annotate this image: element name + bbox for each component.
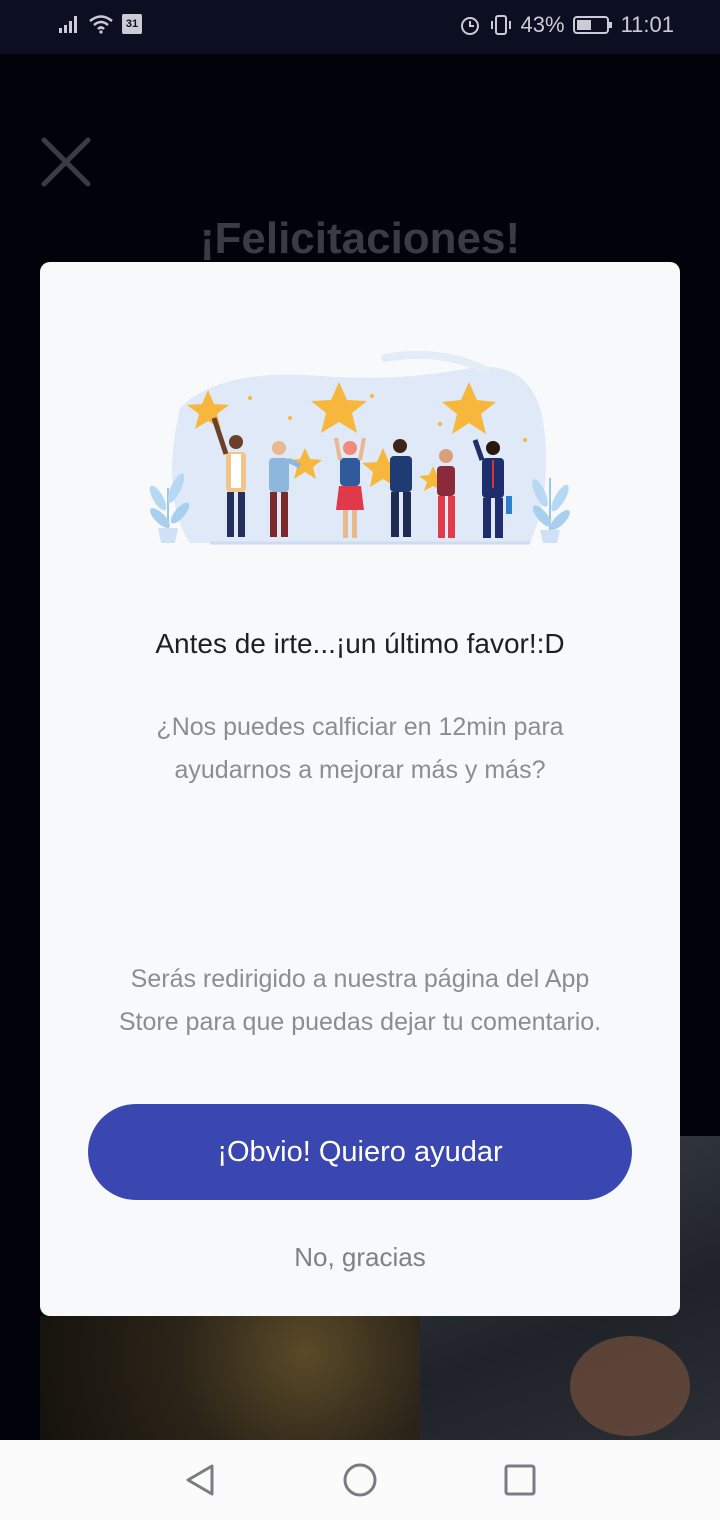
rating-dialog: Antes de irte...¡un último favor!:D ¿Nos…: [40, 262, 680, 1316]
close-icon[interactable]: [38, 134, 94, 195]
dialog-question: ¿Nos puedes calficiar en 12min para ayud…: [156, 713, 564, 784]
home-icon[interactable]: [342, 1462, 378, 1498]
help-button[interactable]: ¡Obvio! Quiero ayudar: [88, 1104, 632, 1200]
battery-percent: 43%: [520, 12, 565, 37]
calendar-day: 31: [125, 18, 139, 30]
navigation-bar: [0, 1440, 720, 1520]
no-thanks-button[interactable]: No, gracias: [40, 1242, 680, 1273]
recents-icon[interactable]: [502, 1462, 538, 1498]
battery-icon: [572, 16, 612, 34]
clock: 11:01: [620, 12, 674, 37]
dialog-note: Serás redirigido a nuestra página del Ap…: [118, 965, 602, 1036]
background-photo-left: [40, 1316, 420, 1440]
vibrate-icon: [490, 15, 511, 35]
background-title: ¡Felicitaciones!: [199, 214, 521, 263]
dialog-title: Antes de irte...¡un último favor!:D: [155, 628, 565, 659]
wifi-icon: [89, 15, 113, 34]
people-holding-stars-illustration: [149, 350, 570, 545]
signal-icon: [59, 16, 77, 33]
status-bar: 31 43% 11:01: [0, 0, 720, 54]
alarm-icon: [460, 17, 479, 35]
status-right: 43% 11:01: [459, 12, 674, 38]
plant-right-icon: [532, 478, 570, 543]
calendar-icon: 31: [122, 14, 142, 34]
back-icon[interactable]: [184, 1462, 216, 1498]
status-left: 31: [58, 14, 142, 34]
